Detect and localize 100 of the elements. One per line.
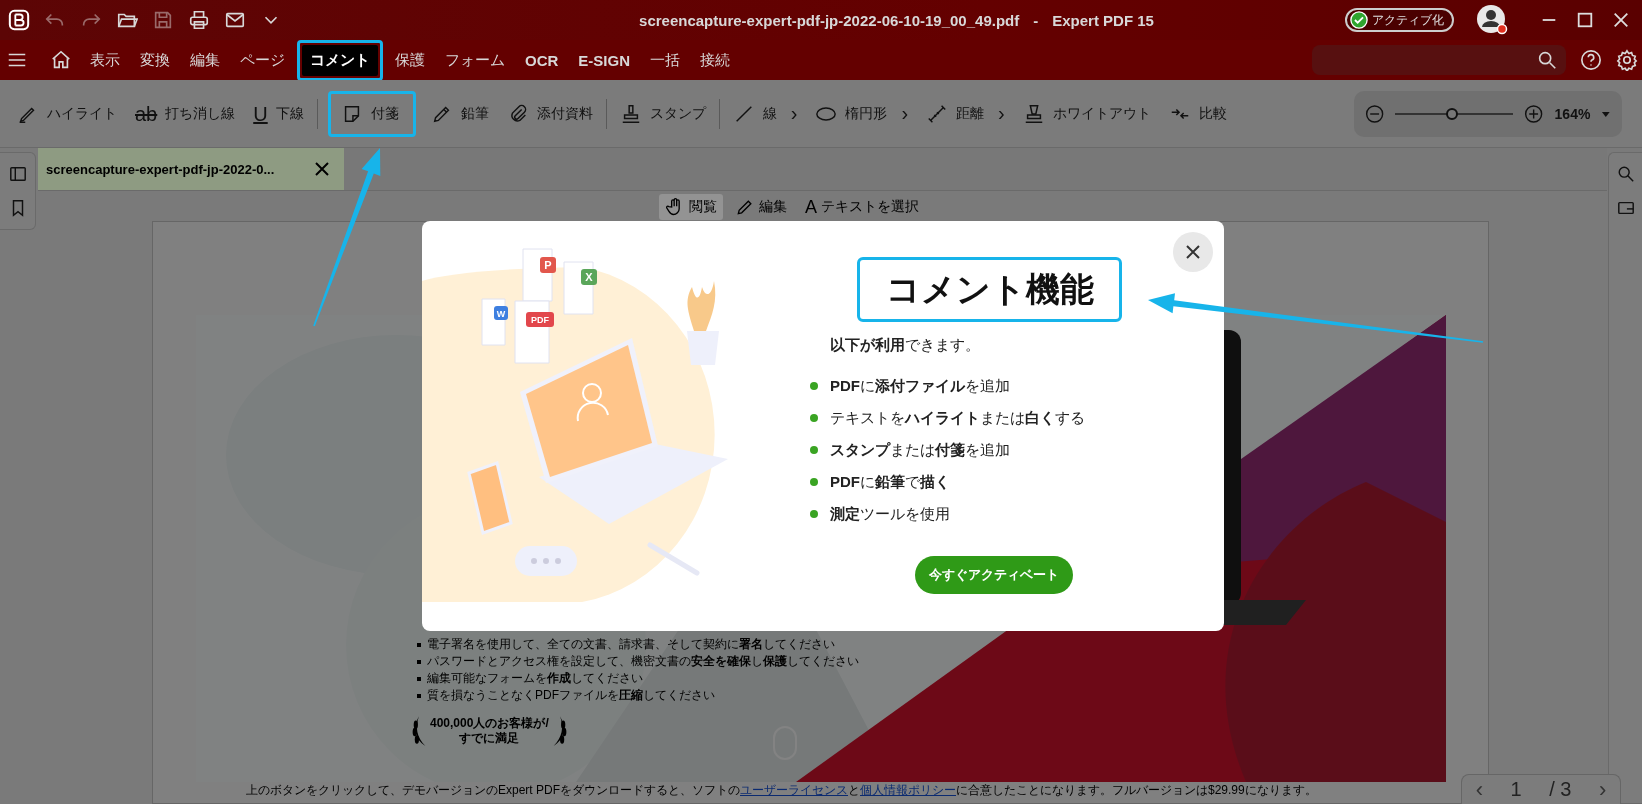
link[interactable]: ユーザーライセンス [740, 783, 848, 797]
tool-label: 鉛筆 [460, 104, 489, 123]
tool-label: 付箋 [370, 104, 399, 123]
text-cursor-icon: A [805, 196, 817, 218]
tool-button[interactable]: 楕円形 › [808, 94, 916, 133]
pen-icon [735, 197, 755, 217]
menu-tab[interactable]: 変換 [132, 44, 178, 76]
view-mode-label: 編集 [759, 198, 787, 216]
file-tab[interactable]: screencapture-expert-pdf-jp-2022-0... [38, 148, 344, 190]
help-icon[interactable] [1580, 49, 1602, 71]
menu-tab[interactable]: 接続 [692, 44, 739, 76]
menu-tab[interactable]: コメント [302, 44, 378, 76]
next-page-button[interactable]: › [1598, 776, 1607, 803]
menu-tab[interactable]: OCR [517, 45, 567, 75]
tool-button[interactable]: ハイライト [10, 94, 124, 133]
badge-text: 400,000人のお客様が/ すでに満足 [430, 716, 549, 746]
close-icon [1185, 244, 1201, 260]
dialog-title: コメント機能 [885, 268, 1094, 310]
zoom-in-icon[interactable] [1523, 102, 1545, 125]
tool-label: ハイライト [47, 104, 117, 123]
strikethrough-icon: ab [135, 103, 158, 124]
bullet-icon [417, 659, 421, 664]
view-mode-tab[interactable]: 編集 [729, 194, 793, 220]
tool-label: 下線 [275, 104, 304, 123]
tool-button[interactable]: スタンプ [612, 94, 713, 133]
bullet-icon [810, 446, 818, 454]
panel-icon[interactable] [1616, 199, 1635, 217]
save-icon[interactable] [152, 9, 174, 31]
tool-button[interactable]: 添付資料 [499, 94, 600, 133]
settings-icon[interactable] [1616, 49, 1638, 71]
view-mode-tab[interactable]: A テキストを選択 [799, 193, 925, 221]
document-title: screencapture-expert-pdf-jp-2022-06-10-19_00_49.pdf [639, 11, 1020, 29]
menu-tab[interactable]: フォーム [437, 44, 513, 76]
close-icon[interactable] [314, 161, 330, 177]
activate-now-button[interactable]: 今すぐアクティベート [915, 556, 1073, 594]
bullet-icon [810, 510, 818, 518]
check-circle-icon [1350, 11, 1368, 29]
print-icon[interactable] [188, 9, 210, 31]
tool-button[interactable]: 付箋 [327, 90, 416, 137]
view-mode-label: 閲覧 [689, 198, 717, 216]
menu-tab[interactable]: ページ [232, 44, 293, 76]
bullet-icon [810, 382, 818, 390]
activate-button[interactable]: アクティブ化 [1345, 8, 1454, 32]
link[interactable]: 個人情報ポリシー [860, 783, 956, 797]
page-total: / 3 [1549, 778, 1572, 801]
feature-text: 測定ツールを使用 [830, 504, 950, 524]
feature-text: PDFに添付ファイルを追加 [830, 376, 1010, 396]
view-mode-tab[interactable]: 閲覧 [659, 194, 723, 220]
slider-thumb[interactable] [1445, 107, 1458, 120]
tool-button[interactable]: 比較 [1161, 94, 1234, 133]
view-mode-label: テキストを選択 [821, 198, 919, 216]
search-icon [1536, 49, 1558, 71]
search-icon[interactable] [1616, 165, 1635, 183]
document-text: 編集可能なフォームを作成してください [427, 670, 643, 687]
tool-button[interactable]: 距離 › [919, 94, 1012, 133]
chevron-icon: › [901, 102, 909, 125]
zoom-out-icon[interactable] [1364, 102, 1386, 125]
chevron-icon: › [998, 102, 1005, 125]
tool-button[interactable]: ab 打ち消し線 [128, 95, 243, 132]
bullet-icon [417, 676, 421, 681]
maximize-icon[interactable] [1576, 11, 1594, 29]
tool-label: 楕円形 [845, 104, 888, 123]
file-badge-label: PDF [531, 315, 549, 325]
document-text: 質を損なうことなくPDFファイルを圧縮してください [427, 687, 715, 704]
feature-text: PDFに鉛筆で描く [830, 472, 950, 492]
menu-tab[interactable]: 保護 [387, 44, 433, 76]
close-button[interactable] [1173, 232, 1213, 272]
tool-label: 比較 [1198, 104, 1227, 123]
app-name: Expert PDF 15 [1052, 11, 1154, 29]
tool-label: 距離 [956, 104, 985, 123]
home-icon[interactable] [50, 49, 72, 71]
bullet-icon [417, 693, 421, 698]
bullet-icon [810, 414, 818, 422]
underline-icon: U [253, 103, 268, 124]
tool-label: 線 [762, 104, 777, 123]
file-badge-label: W [496, 309, 506, 319]
tool-button[interactable]: U 下線 [246, 95, 311, 132]
file-badge-label: P [544, 259, 552, 271]
zoom-value: 164% [1554, 105, 1591, 122]
avatar-icon[interactable] [1476, 4, 1508, 36]
tool-label: ホワイトアウト [1052, 104, 1151, 123]
tool-button[interactable]: 鉛筆 [423, 94, 496, 133]
file-badge-label: X [585, 271, 593, 283]
tool-button[interactable]: 線 › [725, 94, 805, 133]
search-field[interactable] [1312, 45, 1566, 75]
tool-label: 打ち消し線 [165, 104, 236, 123]
chevron-icon: › [790, 102, 798, 125]
feature-text: スタンプまたは付箋を追加 [830, 440, 1010, 460]
panel-icon[interactable] [8, 165, 27, 183]
app-logo-icon [8, 9, 30, 31]
tool-label: 添付資料 [536, 104, 593, 123]
menu-tab[interactable]: 編集 [182, 44, 228, 76]
menu-tab[interactable]: E-SIGN [570, 45, 639, 75]
feature-text: テキストをハイライトまたは白くする [830, 408, 1085, 428]
bullet-icon [810, 478, 818, 486]
tool-button[interactable]: ホワイトアウト [1015, 94, 1158, 133]
menu-tab[interactable]: 表示 [82, 44, 128, 76]
document-text: 電子署名を使用して、全ての文書、請求書、そして契約に署名してください [427, 636, 835, 653]
previous-page-button[interactable]: ‹ [1475, 776, 1484, 803]
menu-tab[interactable]: 一括 [642, 44, 689, 76]
